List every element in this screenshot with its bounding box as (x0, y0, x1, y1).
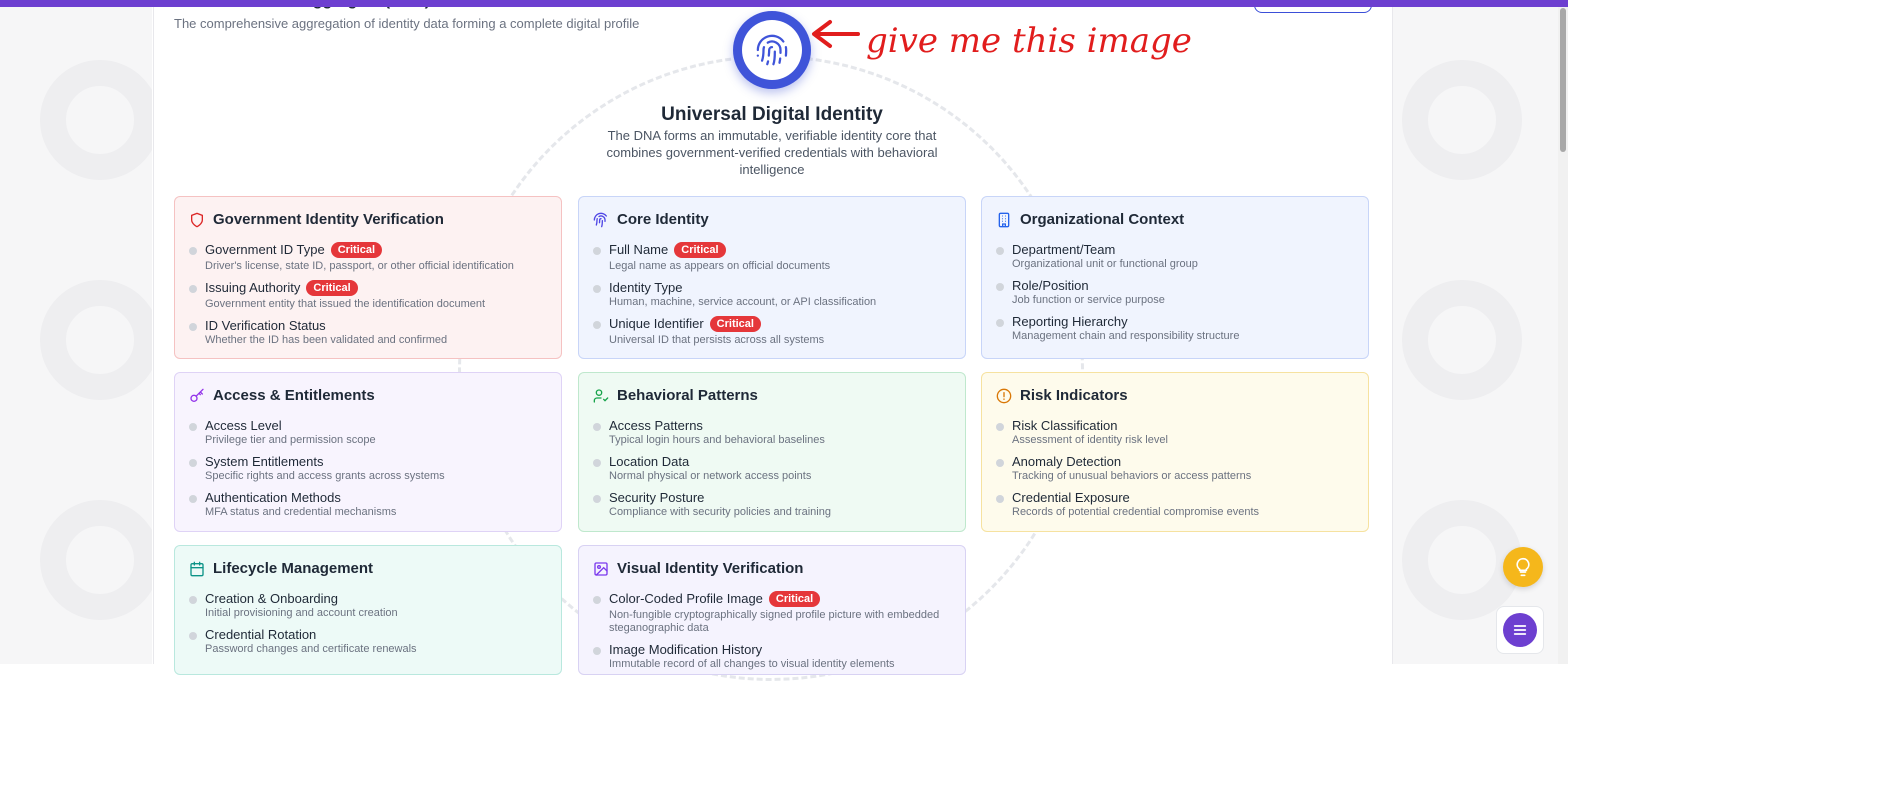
card-visual-identity: Visual Identity Verification Color-Coded… (578, 545, 966, 675)
item-label: Anomaly Detection (1012, 454, 1122, 469)
item-description: Non-fungible cryptographically signed pr… (609, 609, 940, 634)
critical-badge: Critical (709, 316, 761, 332)
tips-button[interactable] (1503, 547, 1543, 587)
menu-icon (1513, 625, 1527, 635)
item-label: Access Patterns (609, 418, 703, 433)
card-lifecycle-management: Lifecycle Management Creation & Onboardi… (174, 545, 562, 675)
card-title: Lifecycle Management (213, 560, 374, 577)
item-description: Whether the ID has been validated and co… (205, 334, 448, 346)
card-behavioral-patterns: Behavioral Patterns Access Patterns Typi… (578, 372, 966, 532)
page-scrollbar[interactable] (1558, 0, 1568, 664)
item-label: Credential Exposure (1012, 490, 1130, 505)
item-description: Password changes and certificate renewal… (205, 643, 417, 655)
item-description: Universal ID that persists across all sy… (609, 334, 825, 346)
item-label: Identity Type (609, 280, 683, 295)
annotation-text: give me this image (866, 21, 1192, 61)
top-accent-bar (0, 0, 1568, 7)
item-label: Reporting Hierarchy (1012, 314, 1128, 329)
item-label: Location Data (609, 454, 690, 469)
card-title: Risk Indicators (1020, 387, 1128, 404)
item-label: Unique Identifier (609, 316, 704, 331)
user-check-icon (593, 388, 609, 403)
item-label: Credential Rotation (205, 627, 317, 642)
item-label: ID Verification Status (205, 318, 326, 333)
card-title: Access & Entitlements (213, 387, 375, 404)
item-label: Issuing Authority (205, 280, 301, 295)
critical-badge: Critical (306, 280, 358, 296)
section-subtitle: The comprehensive aggregation of identit… (174, 16, 640, 31)
image-icon (594, 561, 608, 576)
item-label: Authentication Methods (205, 490, 341, 505)
card-government-identity: Government Identity Verification Governm… (174, 196, 562, 359)
key-icon (190, 388, 204, 402)
critical-badge: Critical (674, 242, 726, 258)
building-icon (998, 212, 1010, 227)
fingerprint-icon (593, 212, 607, 227)
calendar-icon (190, 561, 204, 576)
item-label: System Entitlements (205, 454, 324, 469)
hero-title: Universal Digital Identity (661, 104, 883, 125)
item-description: Human, machine, service account, or API … (609, 296, 877, 308)
item-description: Management chain and responsibility stru… (1012, 330, 1240, 342)
item-description: MFA status and credential mechanisms (205, 506, 397, 518)
card-title: Government Identity Verification (213, 211, 444, 228)
item-label: Access Level (205, 418, 282, 433)
item-label: Role/Position (1012, 278, 1089, 293)
item-description: Records of potential credential compromi… (1012, 506, 1260, 518)
item-label: Department/Team (1012, 242, 1116, 257)
item-description: Job function or service purpose (1012, 294, 1165, 306)
item-description: Driver's license, state ID, passport, or… (205, 260, 514, 272)
item-description: Normal physical or network access points (609, 470, 812, 482)
item-label: Creation & Onboarding (205, 591, 338, 606)
item-label: Government ID Type (205, 242, 325, 257)
item-description: Initial provisioning and account creatio… (205, 607, 398, 619)
hero-description: The DNA forms an immutable, verifiable i… (606, 128, 938, 177)
background-pattern-left (0, 0, 152, 664)
card-organizational-context: Organizational Context Department/Team O… (981, 196, 1369, 359)
item-label: Risk Classification (1012, 418, 1118, 433)
card-core-identity: Core Identity Full Name Critical Legal na… (578, 196, 966, 359)
card-risk-indicators: Risk Indicators Risk Classification Asse… (981, 372, 1369, 532)
card-access-entitlements: Access & Entitlements Access Level Privi… (174, 372, 562, 532)
item-description: Legal name as appears on official docume… (609, 260, 831, 272)
item-label: Image Modification History (609, 642, 763, 657)
card-title: Organizational Context (1020, 211, 1185, 228)
scrollbar-thumb[interactable] (1560, 8, 1566, 152)
item-description: Specific rights and access grants across… (205, 470, 445, 482)
item-label: Full Name (609, 242, 669, 257)
lightbulb-icon (1516, 557, 1530, 577)
item-description: Government entity that issued the identi… (205, 298, 486, 310)
card-title: Behavioral Patterns (617, 387, 758, 404)
item-description: Privilege tier and permission scope (205, 434, 376, 446)
item-description: Typical login hours and behavioral basel… (609, 434, 825, 446)
critical-badge: Critical (768, 591, 821, 607)
card-title: Core Identity (617, 211, 709, 228)
critical-badge: Critical (330, 242, 383, 258)
alert-circle-icon (996, 388, 1012, 403)
item-description: Tracking of unusual behaviors or access … (1012, 470, 1252, 482)
item-description: Immutable record of all changes to visua… (609, 658, 895, 670)
item-label: Security Posture (609, 490, 705, 505)
card-title: Visual Identity Verification (617, 560, 804, 577)
item-description: Assessment of identity risk level (1012, 434, 1168, 446)
handwritten-annotation: give me this image (812, 20, 1192, 61)
fingerprint-icon (756, 34, 788, 66)
shield-icon (191, 212, 203, 227)
item-label: Color-Coded Profile Image (609, 591, 763, 606)
item-description: Compliance with security policies and tr… (609, 506, 831, 518)
menu-button-container (1496, 606, 1544, 654)
item-description: Organizational unit or functional group (1012, 258, 1198, 270)
hero-fingerprint-badge (733, 11, 811, 89)
menu-button[interactable] (1503, 613, 1537, 647)
